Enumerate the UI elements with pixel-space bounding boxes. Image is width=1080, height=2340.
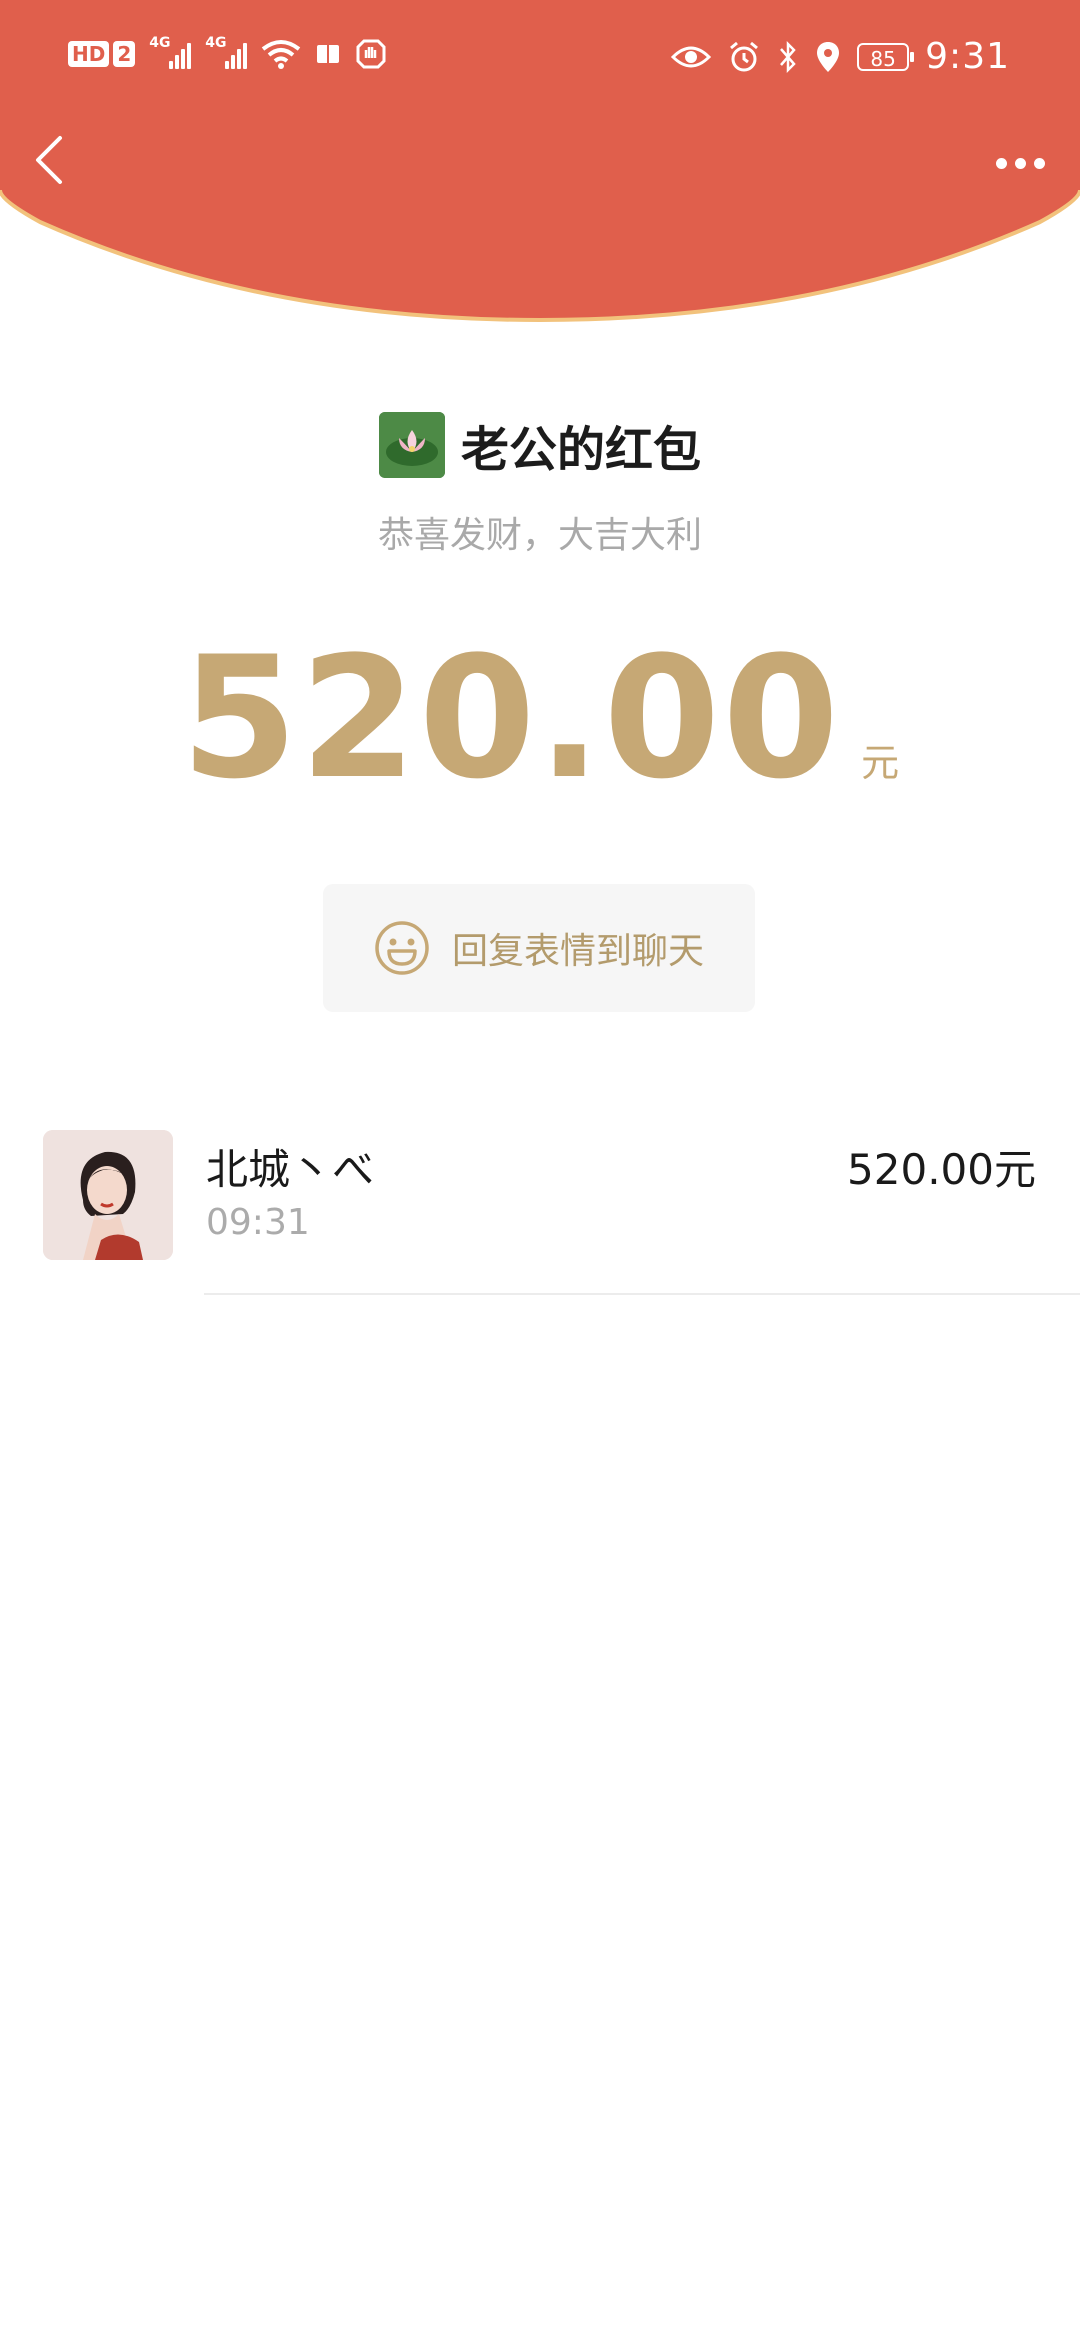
amount-display: 520.00 元 [0, 620, 1080, 816]
back-button[interactable] [26, 130, 70, 190]
signal-icon: 4G [205, 35, 248, 69]
list-divider [204, 1293, 1080, 1295]
lotus-icon [378, 412, 445, 478]
reply-sticker-button[interactable]: 回复表情到聊天 [323, 884, 755, 1012]
status-bar: HD 2 4G 4G 85 9:31 [0, 0, 1080, 120]
alarm-icon [730, 41, 759, 71]
back-arrow-icon [36, 136, 62, 184]
net-type-label: 4G [205, 35, 227, 51]
sender-title: 老公的红包 [460, 422, 701, 478]
eye-icon [671, 46, 712, 67]
more-button[interactable] [990, 148, 1050, 178]
list-item[interactable]: 北城丶べ 09:31 520.00元 [0, 1130, 1080, 1294]
bluetooth-icon [780, 40, 796, 73]
receiver-amount: 520.00元 [847, 1145, 1036, 1194]
sender-row: 老公的红包 [0, 410, 1080, 480]
blessing-text: 恭喜发财，大吉大利 [377, 515, 702, 556]
amount-value: 520.00 [180, 620, 842, 816]
amount-unit: 元 [861, 741, 900, 785]
receiver-name: 北城丶べ [206, 1145, 375, 1194]
more-dots-icon [1033, 157, 1045, 169]
battery-icon: 85 [857, 42, 915, 71]
signal-icon: 4G [149, 35, 192, 69]
location-icon [817, 41, 840, 72]
receiver-time: 09:31 [206, 1202, 310, 1243]
hand-icon [356, 39, 386, 69]
status-left: HD 2 4G 4G [68, 35, 387, 70]
avatar[interactable] [43, 1130, 173, 1260]
red-packet-detail-page: HD 2 4G 4G 85 9:31 老公的红包 恭喜发财，大吉大利 520.0… [0, 0, 1080, 2340]
status-right: 85 9:31 [671, 36, 1010, 77]
sim-label: 2 [113, 41, 136, 67]
more-dots-icon [995, 157, 1007, 169]
book-icon [317, 45, 340, 63]
avatar-portrait-icon [43, 1130, 173, 1260]
sender-avatar[interactable] [378, 412, 445, 478]
battery-level: 85 [870, 46, 896, 71]
hd-label: HD [68, 41, 110, 67]
net-type-label: 4G [149, 35, 171, 51]
smiley-icon [375, 921, 429, 975]
status-time: 9:31 [925, 36, 1010, 77]
more-dots-icon [1014, 157, 1026, 169]
reply-label: 回复表情到聊天 [451, 931, 704, 972]
wifi-icon [262, 40, 301, 69]
hd-badge: HD 2 [68, 41, 136, 67]
